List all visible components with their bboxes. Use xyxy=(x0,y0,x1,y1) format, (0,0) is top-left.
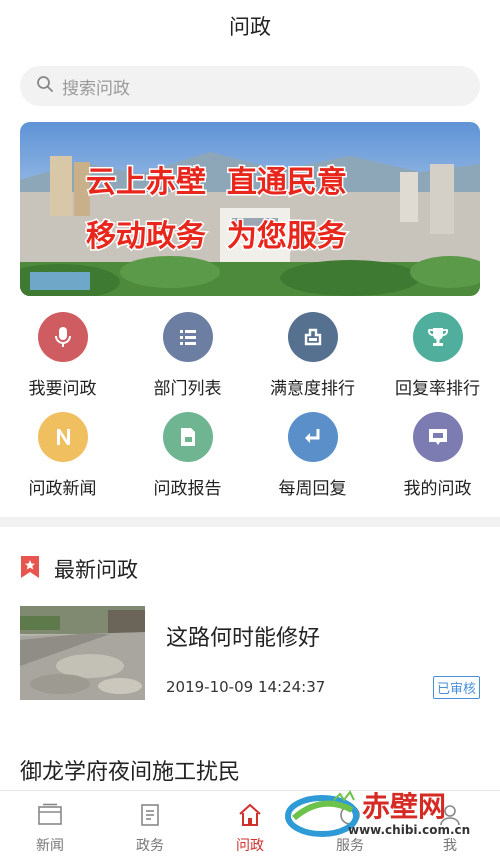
section-divider xyxy=(0,517,500,527)
message-icon xyxy=(412,412,463,462)
grid-label: 部门列表 xyxy=(153,379,222,399)
tab-news[interactable]: 新闻 xyxy=(0,791,100,857)
list-icon xyxy=(162,312,213,362)
grid-label: 我的问政 xyxy=(403,479,472,499)
grid-item-my-questions[interactable]: 我的问政 xyxy=(375,412,500,512)
news-n-icon xyxy=(37,412,88,462)
rank-icon xyxy=(287,312,338,362)
page-title: 问政 xyxy=(229,15,271,39)
report-icon xyxy=(162,412,213,462)
tab-label: 问政 xyxy=(236,838,264,854)
news-headline: 御龙学府夜间施工扰民 xyxy=(20,760,241,785)
banner[interactable]: 云上赤壁 直通民意 移动政务 为您服务 xyxy=(20,122,480,296)
top-bar: 问政 xyxy=(0,0,500,52)
grid-item-report[interactable]: 问政报告 xyxy=(125,412,250,512)
grid-item-satisfaction-rank[interactable]: 满意度排行 xyxy=(250,312,375,412)
app-screen: 问政 搜索问政 云上赤壁 直通民意 移动政务 为您服务 我要问政 部门列表 满意… xyxy=(0,0,500,857)
grid-label: 我要问政 xyxy=(28,379,97,399)
grid-item-weekly-reply[interactable]: 每周回复 xyxy=(250,412,375,512)
watermark-url: www.chibi.com.cn xyxy=(348,823,470,837)
grid-label: 满意度排行 xyxy=(270,379,355,399)
status-badge: 已审核 xyxy=(432,676,480,699)
grid-item-ask[interactable]: 我要问政 xyxy=(0,312,125,412)
list-item[interactable]: 这路何时能修好 2019-10-09 14:24:37 已审核 xyxy=(20,606,480,700)
grid-label: 问政报告 xyxy=(153,479,222,499)
microphone-icon xyxy=(37,312,88,362)
reply-icon xyxy=(287,412,338,462)
tab-label: 政务 xyxy=(136,838,164,854)
grid-item-departments[interactable]: 部门列表 xyxy=(125,312,250,412)
search-icon xyxy=(36,75,54,97)
section-header: 最新问政 xyxy=(20,554,138,584)
grid-label: 每周回复 xyxy=(278,479,347,499)
home-icon xyxy=(237,803,263,831)
trophy-icon xyxy=(412,312,463,362)
grid-label: 问政新闻 xyxy=(28,479,97,499)
search-bar[interactable]: 搜索问政 xyxy=(20,66,480,106)
grid-item-reply-rank[interactable]: 回复率排行 xyxy=(375,312,500,412)
search-placeholder: 搜索问政 xyxy=(62,78,130,99)
tab-label: 新闻 xyxy=(36,838,64,854)
banner-line-1: 云上赤壁 直通民意 xyxy=(86,165,347,200)
bookmark-star-icon xyxy=(20,555,40,583)
watermark-brand: 赤壁网 xyxy=(362,790,446,823)
grid-item-news[interactable]: 问政新闻 xyxy=(0,412,125,512)
news-timestamp: 2019-10-09 14:24:37 xyxy=(166,678,326,696)
news-headline: 这路何时能修好 xyxy=(166,626,321,651)
tab-government[interactable]: 政务 xyxy=(100,791,200,857)
newspaper-icon xyxy=(37,803,63,831)
list-item[interactable]: 御龙学府夜间施工扰民 xyxy=(20,754,240,786)
document-icon xyxy=(137,803,163,831)
grid-label: 回复率排行 xyxy=(395,379,480,399)
feature-grid: 我要问政 部门列表 满意度排行 回复率排行 问政新闻 问政报告 每周回复 我的问… xyxy=(0,312,500,512)
watermark-logo: 赤壁网 www.chibi.com.cn xyxy=(282,786,482,846)
news-thumbnail xyxy=(20,606,145,700)
section-title: 最新问政 xyxy=(54,558,138,582)
banner-line-2: 移动政务 为您服务 xyxy=(86,219,347,254)
